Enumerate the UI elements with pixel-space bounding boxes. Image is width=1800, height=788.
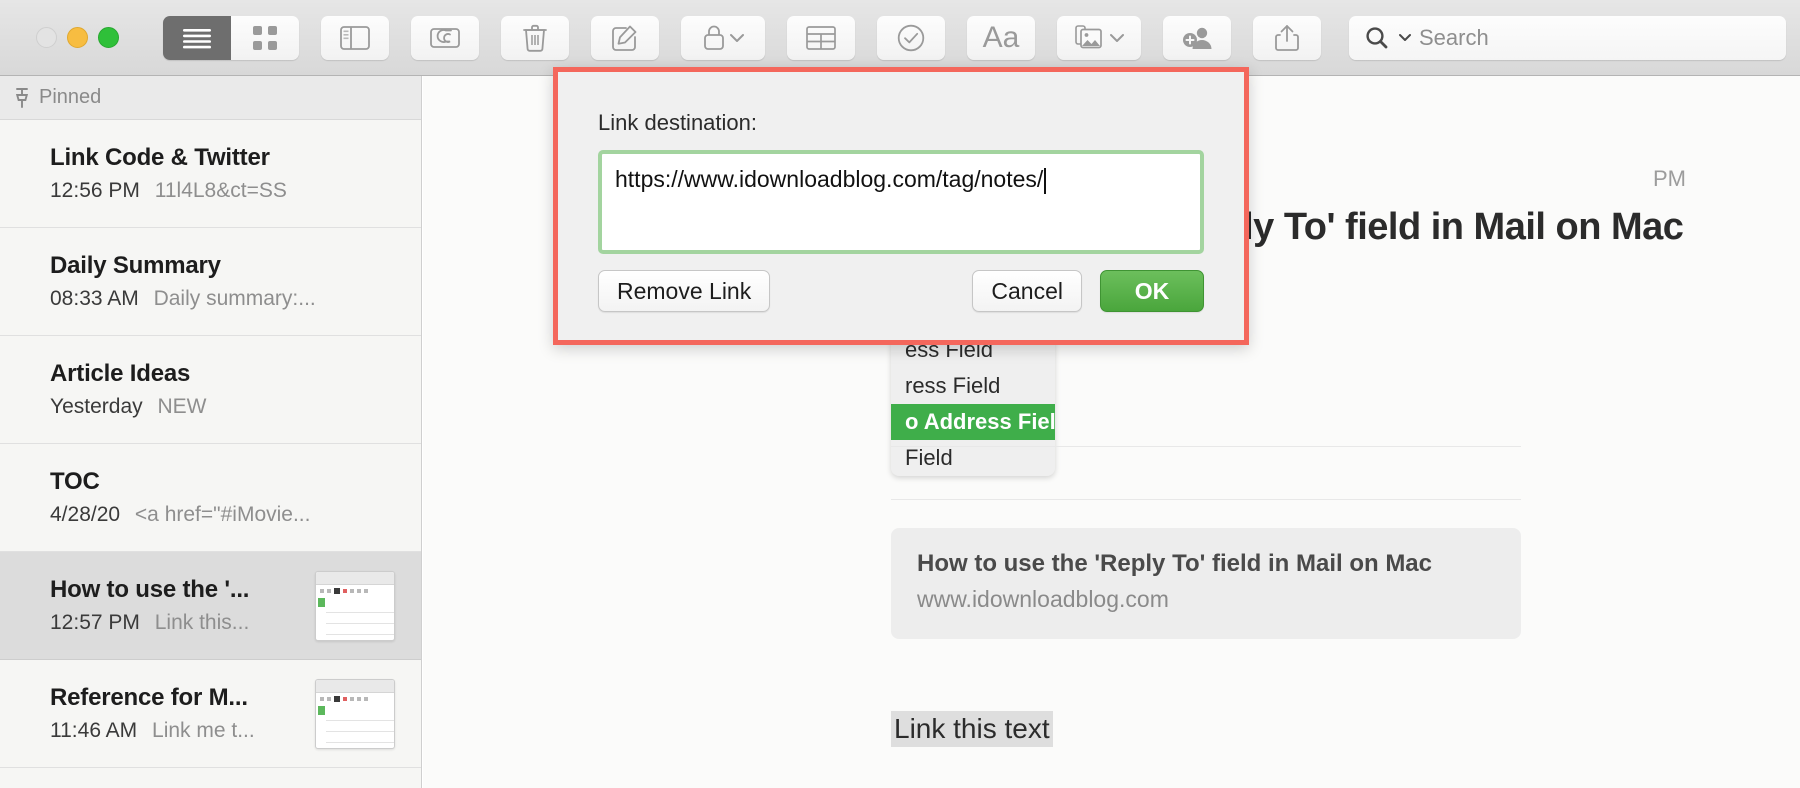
note-item-snippet: <a href="#iMovie... — [134, 503, 311, 526]
note-item-meta: 4/28/20 <a href="#iMovie... — [50, 503, 401, 527]
compose-icon — [611, 24, 639, 52]
link-destination-dialog: Link destination: https://www.idownloadb… — [553, 67, 1249, 345]
chevron-down-icon — [729, 33, 744, 43]
window-toolbar: Aa Search — [0, 0, 1800, 76]
note-item-thumbnail — [315, 678, 395, 749]
list-view-button[interactable] — [163, 15, 231, 60]
maximize-window-button[interactable] — [98, 27, 119, 48]
note-item-time: 12:56 PM — [50, 179, 140, 202]
selected-text[interactable]: Link this text — [891, 711, 1053, 747]
note-item-time: 08:33 AM — [50, 287, 139, 310]
note-item-text: TOC 4/28/20 <a href="#iMovie... — [50, 468, 401, 527]
minimize-window-button[interactable] — [67, 27, 88, 48]
note-item-time: 12:57 PM — [50, 611, 140, 634]
note-item-snippet: NEW — [157, 395, 207, 418]
remove-link-button[interactable]: Remove Link — [598, 270, 771, 312]
sidebar-note-item[interactable]: TOC 4/28/20 <a href="#iMovie... — [0, 444, 421, 552]
notes-app-window: Aa Search Pinned Link Code & Twitter 12:… — [0, 0, 1800, 788]
compose-note-button[interactable] — [591, 15, 659, 60]
sidebar-section-header-pinned: Pinned — [0, 76, 421, 120]
chevron-down-icon — [1109, 33, 1124, 43]
close-window-button[interactable] — [36, 27, 57, 48]
view-mode-segmented-control — [163, 15, 299, 60]
note-item-text: Article Ideas Yesterday NEW — [50, 360, 401, 419]
grid-view-button[interactable] — [231, 15, 299, 60]
search-chevron-down-icon[interactable] — [1399, 33, 1411, 42]
note-item-title: How to use the '... — [50, 576, 250, 603]
note-item-title: Reference for M... — [50, 684, 248, 711]
delete-button[interactable] — [501, 15, 569, 60]
table-icon — [806, 25, 836, 50]
link-destination-value: https://www.idownloadblog.com/tag/notes/ — [615, 166, 1044, 192]
sidebar-note-item-selected[interactable]: How to use the '... 12:57 PM Link this..… — [0, 552, 421, 660]
list-view-icon — [182, 27, 212, 49]
sidebar-note-item[interactable]: Daily Summary 08:33 AM Daily summary:... — [0, 228, 421, 336]
text-format-button[interactable]: Aa — [967, 15, 1035, 60]
search-icon — [1365, 26, 1391, 50]
note-item-text: Daily Summary 08:33 AM Daily summary:... — [50, 252, 401, 311]
note-item-time: 11:46 AM — [50, 719, 138, 742]
insert-media-button[interactable] — [1057, 15, 1141, 60]
sidebar-note-item[interactable]: Article Ideas Yesterday NEW — [0, 336, 421, 444]
autocomplete-item[interactable]: ress Field — [891, 368, 1055, 404]
ok-button[interactable]: OK — [1100, 270, 1204, 312]
note-timestamp: PM — [1653, 166, 1686, 191]
lock-icon — [703, 24, 725, 51]
note-item-time: Yesterday — [50, 395, 143, 418]
note-item-meta: 12:56 PM 11l4L8&ct=SS — [50, 179, 401, 203]
share-icon — [1275, 24, 1299, 52]
note-item-snippet: Daily summary:... — [153, 287, 316, 310]
search-field[interactable]: Search — [1349, 15, 1786, 60]
link-destination-label: Link destination: — [598, 110, 757, 135]
note-item-text: How to use the '... 12:57 PM Link this..… — [50, 576, 315, 635]
link-preview-url: www.idownloadblog.com — [917, 586, 1169, 612]
note-item-snippet: Link me t... — [152, 719, 255, 742]
grid-view-icon — [252, 25, 278, 51]
aa-icon: Aa — [982, 20, 1020, 54]
add-people-button[interactable] — [1163, 15, 1231, 60]
link-preview-title: How to use the 'Reply To' field in Mail … — [917, 550, 1433, 577]
autocomplete-item-highlighted[interactable]: o Address Field — [891, 404, 1055, 440]
sidebar-note-item[interactable]: Reference for M... 11:46 AM Link me t... — [0, 660, 421, 768]
notes-sidebar: Pinned Link Code & Twitter 12:56 PM 11l4… — [0, 76, 422, 788]
checkmark-circle-icon — [897, 24, 925, 52]
attachments-button[interactable] — [411, 15, 479, 60]
text-caret — [1044, 168, 1047, 194]
note-item-title: Link Code & Twitter — [50, 144, 270, 171]
note-item-time: 4/28/20 — [50, 503, 121, 526]
traffic-light-controls — [36, 27, 119, 48]
link-preview-card[interactable]: How to use the 'Reply To' field in Mail … — [891, 528, 1521, 639]
share-button[interactable] — [1253, 15, 1321, 60]
sidebar-note-item[interactable]: Link Code & Twitter 12:56 PM 11l4L8&ct=S… — [0, 120, 421, 228]
dialog-body: Link destination: https://www.idownloadb… — [558, 72, 1244, 340]
note-item-title: Article Ideas — [50, 360, 191, 387]
sidebar-toggle-button[interactable] — [321, 15, 389, 60]
note-item-meta: 12:57 PM Link this... — [50, 611, 315, 635]
note-item-snippet: Link this... — [154, 611, 250, 634]
note-item-meta: 11:46 AM Link me t... — [50, 719, 315, 743]
link-destination-input[interactable]: https://www.idownloadblog.com/tag/notes/ — [598, 150, 1204, 254]
add-person-icon — [1181, 25, 1213, 51]
note-item-title: Daily Summary — [50, 252, 221, 279]
checklist-button[interactable] — [877, 15, 945, 60]
dialog-button-row: Remove Link Cancel OK — [598, 270, 1204, 312]
insert-table-button[interactable] — [787, 15, 855, 60]
note-item-text: Link Code & Twitter 12:56 PM 11l4L8&ct=S… — [50, 144, 401, 203]
trash-icon — [523, 24, 547, 52]
sidebar-icon — [340, 25, 370, 50]
note-item-title: TOC — [50, 468, 100, 495]
note-item-thumbnail — [315, 570, 395, 641]
sidebar-section-label: Pinned — [39, 86, 102, 108]
pin-icon — [14, 87, 30, 108]
note-item-meta: 08:33 AM Daily summary:... — [50, 287, 401, 311]
paperclip-icon — [430, 26, 460, 50]
lock-note-button[interactable] — [681, 15, 765, 60]
search-placeholder: Search — [1419, 24, 1489, 50]
photo-icon — [1074, 24, 1105, 51]
note-item-meta: Yesterday NEW — [50, 395, 401, 419]
note-item-text: Reference for M... 11:46 AM Link me t... — [50, 684, 315, 743]
note-item-snippet: 11l4L8&ct=SS — [154, 179, 287, 202]
cancel-button[interactable]: Cancel — [972, 270, 1082, 312]
